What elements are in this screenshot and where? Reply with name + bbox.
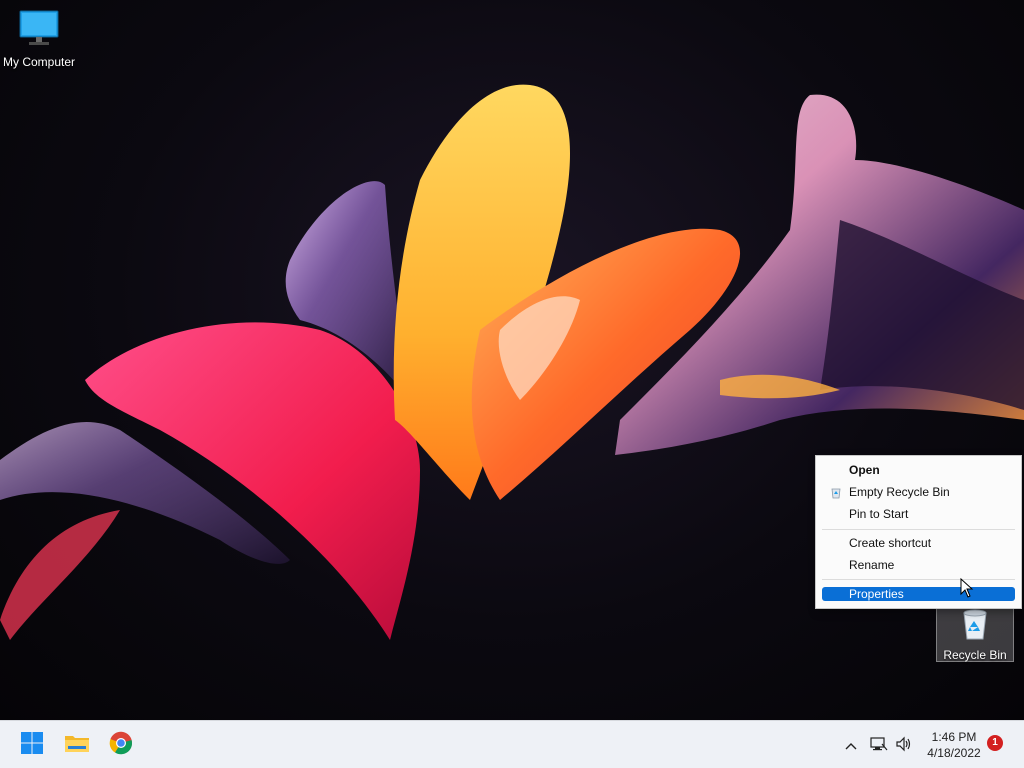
menu-item-pin-to-start-label: Pin to Start: [849, 507, 909, 521]
volume-icon: [895, 736, 913, 755]
wallpaper-art: [0, 84, 1024, 640]
recycle-bin-desktop-icon[interactable]: Recycle Bin: [936, 604, 1014, 662]
network-button[interactable]: [868, 721, 890, 768]
clock[interactable]: 1:46 PM 4/18/2022: [918, 729, 990, 761]
my-computer-label: My Computer: [2, 55, 76, 69]
menu-item-open-label: Open: [849, 463, 880, 477]
folder-icon: [64, 732, 90, 759]
recycle-small-icon: [830, 486, 842, 504]
menu-separator: [822, 529, 1015, 530]
monitor-icon: [17, 8, 61, 48]
recycle-bin-icon: [958, 607, 992, 641]
network-icon: [870, 736, 888, 755]
menu-separator: [822, 579, 1015, 580]
taskbar: 1:46 PM 4/18/2022: [0, 720, 1024, 768]
desktop-wallpaper: [0, 0, 1024, 720]
menu-item-create-shortcut[interactable]: Create shortcut: [822, 534, 1015, 552]
clock-time: 1:46 PM: [931, 730, 977, 744]
menu-item-properties-label: Properties: [849, 587, 904, 601]
mouse-cursor-icon: [960, 577, 974, 603]
my-computer-desktop-icon[interactable]: My Computer: [0, 8, 78, 69]
notification-badge[interactable]: 1: [987, 735, 1003, 751]
recycle-bin-label: Recycle Bin: [943, 648, 1007, 662]
menu-item-rename[interactable]: Rename: [822, 556, 1015, 574]
menu-item-open[interactable]: Open: [822, 461, 1015, 479]
chrome-button[interactable]: [103, 727, 139, 763]
file-explorer-button[interactable]: [59, 727, 95, 763]
show-hidden-icons-button[interactable]: [840, 721, 862, 768]
context-menu: Open Empty Recycle Bin Pin to Start Crea…: [815, 455, 1022, 609]
menu-item-empty-recycle-bin[interactable]: Empty Recycle Bin: [822, 483, 1015, 501]
chevron-up-icon: [845, 737, 857, 753]
windows-logo-icon: [20, 731, 44, 760]
volume-button[interactable]: [893, 721, 915, 768]
start-button[interactable]: [14, 727, 50, 763]
menu-item-empty-recycle-bin-label: Empty Recycle Bin: [849, 485, 950, 499]
menu-item-rename-label: Rename: [849, 558, 895, 572]
menu-item-properties[interactable]: Properties: [822, 587, 1015, 601]
menu-item-pin-to-start[interactable]: Pin to Start: [822, 505, 1015, 523]
chrome-icon: [109, 731, 133, 760]
clock-date: 4/18/2022: [927, 746, 981, 760]
menu-item-create-shortcut-label: Create shortcut: [849, 536, 932, 550]
